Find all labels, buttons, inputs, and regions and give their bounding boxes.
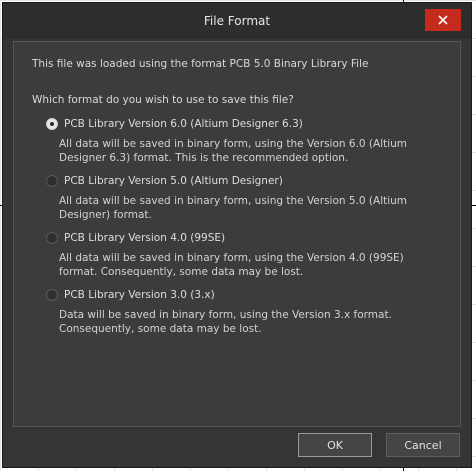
loaded-format-message: This file was loaded using the format PC… <box>32 58 369 70</box>
option-v3-description: Data will be saved in binary form, using… <box>59 309 392 335</box>
ok-button[interactable]: OK <box>298 433 372 457</box>
option-v6-description: All data will be saved in binary form, u… <box>59 138 408 164</box>
option-v3-label: PCB Library Version 3.0 (3.x) <box>64 289 215 301</box>
cancel-button[interactable]: Cancel <box>386 433 460 457</box>
options-panel: This file was loaded using the format PC… <box>13 41 461 427</box>
option-v4-description: All data will be saved in binary form, u… <box>59 252 404 278</box>
dialog-title: File Format <box>203 14 271 28</box>
close-icon <box>438 15 448 25</box>
option-v3[interactable]: PCB Library Version 3.0 (3.x) <box>46 287 215 303</box>
option-v6-label: PCB Library Version 6.0 (Altium Designer… <box>64 118 303 130</box>
file-format-dialog: File Format This file was loaded using t… <box>2 2 472 468</box>
radio-button-v5[interactable] <box>46 175 58 187</box>
radio-button-v4[interactable] <box>46 232 58 244</box>
radio-button-v6[interactable] <box>46 118 58 130</box>
option-v6[interactable]: PCB Library Version 6.0 (Altium Designer… <box>46 116 303 132</box>
option-v4[interactable]: PCB Library Version 4.0 (99SE) <box>46 230 225 246</box>
option-v4-label: PCB Library Version 4.0 (99SE) <box>64 232 226 244</box>
option-v5-description: All data will be saved in binary form, u… <box>59 195 408 221</box>
radio-button-v3[interactable] <box>46 289 58 301</box>
title-bar[interactable]: File Format <box>3 3 471 39</box>
option-v5[interactable]: PCB Library Version 5.0 (Altium Designer… <box>46 173 283 189</box>
option-v5-label: PCB Library Version 5.0 (Altium Designer… <box>64 175 283 187</box>
format-question: Which format do you wish to use to save … <box>32 94 294 106</box>
close-button[interactable] <box>425 9 461 31</box>
